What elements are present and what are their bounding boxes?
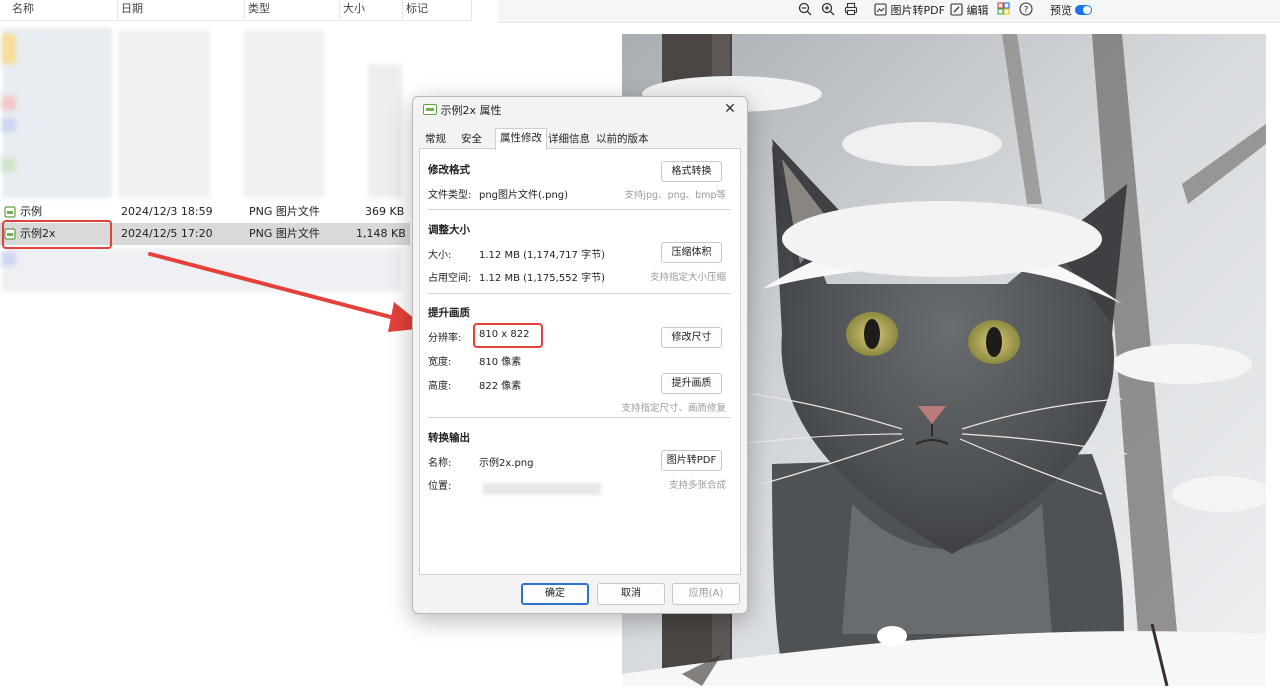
column-header-type[interactable]: 类型 [236,0,340,20]
png-file-icon [4,206,16,218]
tab-property-edit[interactable]: 属性修改 [495,128,547,150]
cancel-button[interactable]: 取消 [597,583,665,605]
section-format-heading: 修改格式 [428,164,470,176]
zoom-out-icon[interactable] [798,2,812,20]
resolution-label: 分辨率: [428,333,462,344]
divider [427,293,731,294]
file-date: 2024/12/3 18:59 [121,205,213,218]
tab-details[interactable]: 详细信息 [544,130,594,148]
dialog-title: 示例2x 属性 [440,104,502,117]
height-value: 822 像素 [479,381,522,392]
viewer-toolbar: 图片转PDF 编辑 ? 预览 [498,0,1280,23]
apps-icon[interactable] [997,2,1010,20]
section-quality-heading: 提升画质 [428,307,470,319]
name-label: 名称: [428,458,452,469]
export-hint: 支持多张合成 [668,480,726,491]
image-to-pdf-icon [874,3,887,16]
image-to-pdf-dialog-button[interactable]: 图片转PDF [661,450,722,471]
ok-button[interactable]: 确定 [521,583,589,605]
name-value: 示例2x.png [479,458,534,469]
file-type-label: 文件类型: [428,190,472,201]
tab-security[interactable]: 安全 [457,130,486,148]
annotation-arrow [148,252,426,332]
svg-text:?: ? [1024,6,1029,16]
convert-format-button[interactable]: 格式转换 [661,161,722,182]
height-label: 高度: [428,381,452,392]
close-icon[interactable]: ✕ [721,100,739,118]
file-highlight-box [2,220,112,249]
divider [427,417,731,418]
column-header-size[interactable]: 大小 [331,0,403,20]
location-label: 位置: [428,481,452,492]
size-hint: 支持指定大小压缩 [649,272,726,283]
enhance-quality-button[interactable]: 提升画质 [661,373,722,394]
size-value: 1.12 MB (1,174,717 字节) [479,250,605,261]
resize-button[interactable]: 修改尺寸 [661,327,722,348]
file-size: 369 KB [365,205,405,218]
tab-previous-versions[interactable]: 以前的版本 [592,130,653,148]
properties-dialog: 示例2x 属性 ✕ 常规 安全 属性修改 详细信息 以前的版本 修改格式 格式转… [412,96,748,614]
dialog-title-bar: 示例2x 属性 [423,102,502,120]
print-icon[interactable] [844,2,858,20]
section-export-heading: 转换输出 [428,432,470,444]
edit-icon [950,3,963,16]
size-label: 大小: [428,250,452,261]
edit-button[interactable]: 编辑 [950,2,989,20]
section-size-heading: 调整大小 [428,224,470,236]
disk-size-label: 占用空间: [428,273,472,284]
column-header-date[interactable]: 日期 [109,0,245,20]
file-type: PNG 图片文件 [249,205,320,218]
format-hint: 支持jpg、png、bmp等 [624,190,726,201]
preview-label: 预览 [1050,4,1072,17]
png-file-icon [423,104,437,115]
compress-button[interactable]: 压缩体积 [661,242,722,263]
divider [427,209,731,210]
disk-size-value: 1.12 MB (1,175,552 字节) [479,273,605,284]
property-edit-panel: 修改格式 格式转换 文件类型: png图片文件(.png) 支持jpg、png、… [419,148,741,575]
width-value: 810 像素 [479,357,522,368]
preview-toggle[interactable] [1075,5,1092,15]
help-icon[interactable]: ? [1019,2,1033,20]
width-label: 宽度: [428,357,452,368]
zoom-in-icon[interactable] [821,2,835,20]
quality-hint: 支持指定尺寸、画质修复 [621,403,726,414]
column-header-name[interactable]: 名称 [0,0,118,20]
image-to-pdf-button[interactable]: 图片转PDF [874,2,945,20]
apply-button[interactable]: 应用(A) [672,583,740,605]
redacted-location [483,483,601,495]
tab-general[interactable]: 常规 [421,130,450,148]
file-type-value: png图片文件(.png) [479,190,569,201]
resolution-highlight-box [473,323,543,348]
column-header-tag[interactable]: 标记 [394,0,472,20]
